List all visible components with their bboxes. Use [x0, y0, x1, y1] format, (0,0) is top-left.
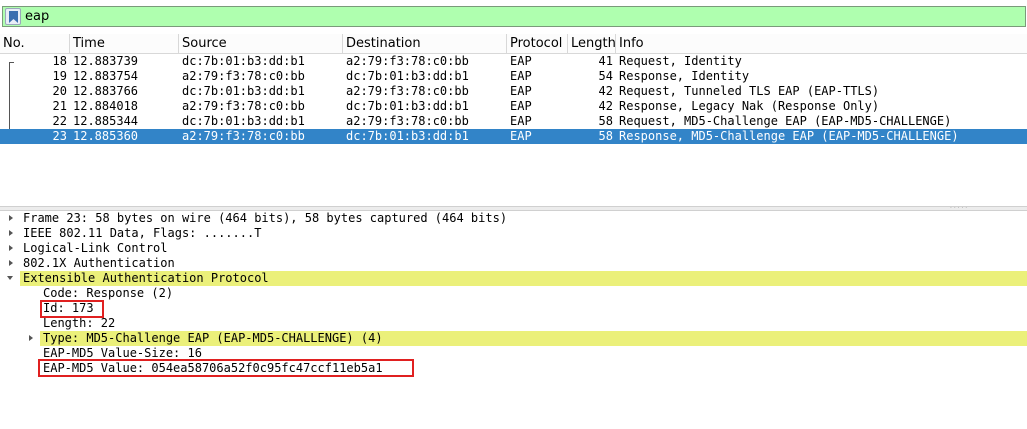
- tree-item-8021x[interactable]: 802.1X Authentication: [0, 256, 1027, 271]
- packet-cell-info: Response, Identity: [619, 69, 750, 83]
- bookmark-icon[interactable]: [5, 8, 21, 25]
- column-protocol[interactable]: Protocol: [507, 34, 568, 53]
- packet-cell-info: Request, MD5-Challenge EAP (EAP-MD5-CHAL…: [619, 114, 952, 128]
- tree-label: 802.1X Authentication: [23, 256, 175, 270]
- packet-cell-destination: a2:79:f3:78:c0:bb: [346, 84, 469, 98]
- packet-cell-length: 54: [598, 69, 613, 83]
- packet-cell-length: 42: [598, 99, 613, 113]
- packet-cell-destination: dc:7b:01:b3:dd:b1: [346, 99, 469, 113]
- collapse-arrow-icon[interactable]: [6, 274, 14, 282]
- packet-row[interactable]: 18 12.883739 dc:7b:01:b3:dd:b1 a2:79:f3:78:…: [0, 54, 1027, 69]
- packet-list[interactable]: No. Time Source Destination Protocol Len…: [0, 34, 1027, 206]
- packet-cell-source: a2:79:f3:78:c0:bb: [182, 99, 305, 113]
- packet-cell-no: 18: [52, 54, 67, 68]
- annotation-box-md5-value: [38, 359, 414, 377]
- display-filter-toolbar: eap: [0, 0, 1027, 33]
- packet-cell-source: dc:7b:01:b3:dd:b1: [182, 84, 305, 98]
- column-destination[interactable]: Destination: [343, 34, 507, 53]
- packet-row[interactable]: 23 12.885360 a2:79:f3:78:c0:bb dc:7b:01:b3:…: [0, 129, 1027, 144]
- expand-arrow-icon[interactable]: [27, 334, 35, 342]
- packet-cell-source: dc:7b:01:b3:dd:b1: [182, 114, 305, 128]
- column-no[interactable]: No.: [0, 34, 70, 53]
- tree-item-eap-code[interactable]: Code: Response (2): [0, 286, 1027, 301]
- packet-row[interactable]: 21 12.884018 a2:79:f3:78:c0:bb dc:7b:01:b3:…: [0, 99, 1027, 114]
- packet-cell-time: 12.885344: [73, 114, 139, 128]
- packet-cell-destination: dc:7b:01:b3:dd:b1: [346, 69, 469, 83]
- packet-details[interactable]: Frame 23: 58 bytes on wire (464 bits), 5…: [0, 211, 1027, 429]
- filter-text: eap: [25, 9, 50, 24]
- tree-item-llc[interactable]: Logical-Link Control: [0, 241, 1027, 256]
- packet-cell-length: 41: [598, 54, 613, 68]
- expand-arrow-icon[interactable]: [7, 214, 15, 222]
- packet-cell-time: 12.883739: [73, 54, 139, 68]
- packet-row[interactable]: 19 12.883754 a2:79:f3:78:c0:bb dc:7b:01:b3:…: [0, 69, 1027, 84]
- packet-cell-time: 12.885360: [73, 129, 139, 143]
- packet-cell-length: 58: [598, 114, 613, 128]
- display-filter-input[interactable]: eap: [2, 6, 1026, 27]
- tree-item-eap-length[interactable]: Length: 22: [0, 316, 1027, 331]
- tree-label: Frame 23: 58 bytes on wire (464 bits), 5…: [23, 211, 508, 225]
- packet-cell-time: 12.883766: [73, 84, 139, 98]
- packet-cell-protocol: EAP: [510, 84, 532, 98]
- packet-cell-source: a2:79:f3:78:c0:bb: [182, 69, 305, 83]
- tree-label: Extensible Authentication Protocol: [23, 271, 269, 285]
- packet-row[interactable]: 22 12.885344 dc:7b:01:b3:dd:b1 a2:79:f3:78:…: [0, 114, 1027, 129]
- packet-cell-destination: dc:7b:01:b3:dd:b1: [346, 129, 469, 143]
- packet-cell-time: 12.884018: [73, 99, 139, 113]
- packet-cell-no: 22: [52, 114, 67, 128]
- packet-cell-source: a2:79:f3:78:c0:bb: [182, 129, 305, 143]
- column-header: No. Time Source Destination Protocol Len…: [0, 34, 1027, 54]
- tree-item-eap-type[interactable]: Type: MD5-Challenge EAP (EAP-MD5-CHALLEN…: [40, 331, 1027, 346]
- packet-cell-protocol: EAP: [510, 69, 532, 83]
- packet-cell-no: 20: [52, 84, 67, 98]
- packet-cell-protocol: EAP: [510, 114, 532, 128]
- packet-cell-info: Response, MD5-Challenge EAP (EAP-MD5-CHA…: [619, 129, 959, 143]
- packet-cell-time: 12.883754: [73, 69, 139, 83]
- tree-label: Length: 22: [43, 316, 116, 330]
- tree-label: Type: MD5-Challenge EAP (EAP-MD5-CHALLEN…: [43, 331, 383, 345]
- tree-item-eap-id[interactable]: Id: 173: [0, 301, 1027, 316]
- annotation-box-id: [40, 300, 104, 318]
- column-length[interactable]: Length: [568, 34, 616, 53]
- packet-cell-destination: a2:79:f3:78:c0:bb: [346, 114, 469, 128]
- packet-cell-no: 21: [52, 99, 67, 113]
- packet-cell-destination: a2:79:f3:78:c0:bb: [346, 54, 469, 68]
- column-source[interactable]: Source: [179, 34, 343, 53]
- packet-cell-no: 23: [52, 129, 67, 143]
- column-time[interactable]: Time: [70, 34, 179, 53]
- column-info[interactable]: Info: [616, 34, 1027, 53]
- tree-item-frame[interactable]: Frame 23: 58 bytes on wire (464 bits), 5…: [0, 211, 1027, 226]
- packet-cell-info: Request, Tunneled TLS EAP (EAP-TTLS): [619, 84, 880, 98]
- packet-cell-info: Response, Legacy Nak (Response Only): [619, 99, 880, 113]
- packet-cell-length: 58: [598, 129, 613, 143]
- packet-cell-info: Request, Identity: [619, 54, 742, 68]
- packet-row[interactable]: 20 12.883766 dc:7b:01:b3:dd:b1 a2:79:f3:78:…: [0, 84, 1027, 99]
- packet-cell-length: 42: [598, 84, 613, 98]
- packet-cell-protocol: EAP: [510, 54, 532, 68]
- tree-label: Logical-Link Control: [23, 241, 168, 255]
- expand-arrow-icon[interactable]: [7, 259, 15, 267]
- packet-cell-protocol: EAP: [510, 99, 532, 113]
- tree-item-ieee80211[interactable]: IEEE 802.11 Data, Flags: .......T: [0, 226, 1027, 241]
- packet-cell-source: dc:7b:01:b3:dd:b1: [182, 54, 305, 68]
- expand-arrow-icon[interactable]: [7, 244, 15, 252]
- tree-label: IEEE 802.11 Data, Flags: .......T: [23, 226, 262, 240]
- expand-arrow-icon[interactable]: [7, 229, 15, 237]
- tree-item-eap-type-row[interactable]: Type: MD5-Challenge EAP (EAP-MD5-CHALLEN…: [0, 331, 1027, 346]
- tree-label: Code: Response (2): [43, 286, 174, 300]
- tree-item-eap-row[interactable]: Extensible Authentication Protocol: [0, 271, 1027, 286]
- tree-item-eap[interactable]: Extensible Authentication Protocol: [20, 271, 1027, 286]
- packet-cell-no: 19: [52, 69, 67, 83]
- packet-cell-protocol: EAP: [510, 129, 532, 143]
